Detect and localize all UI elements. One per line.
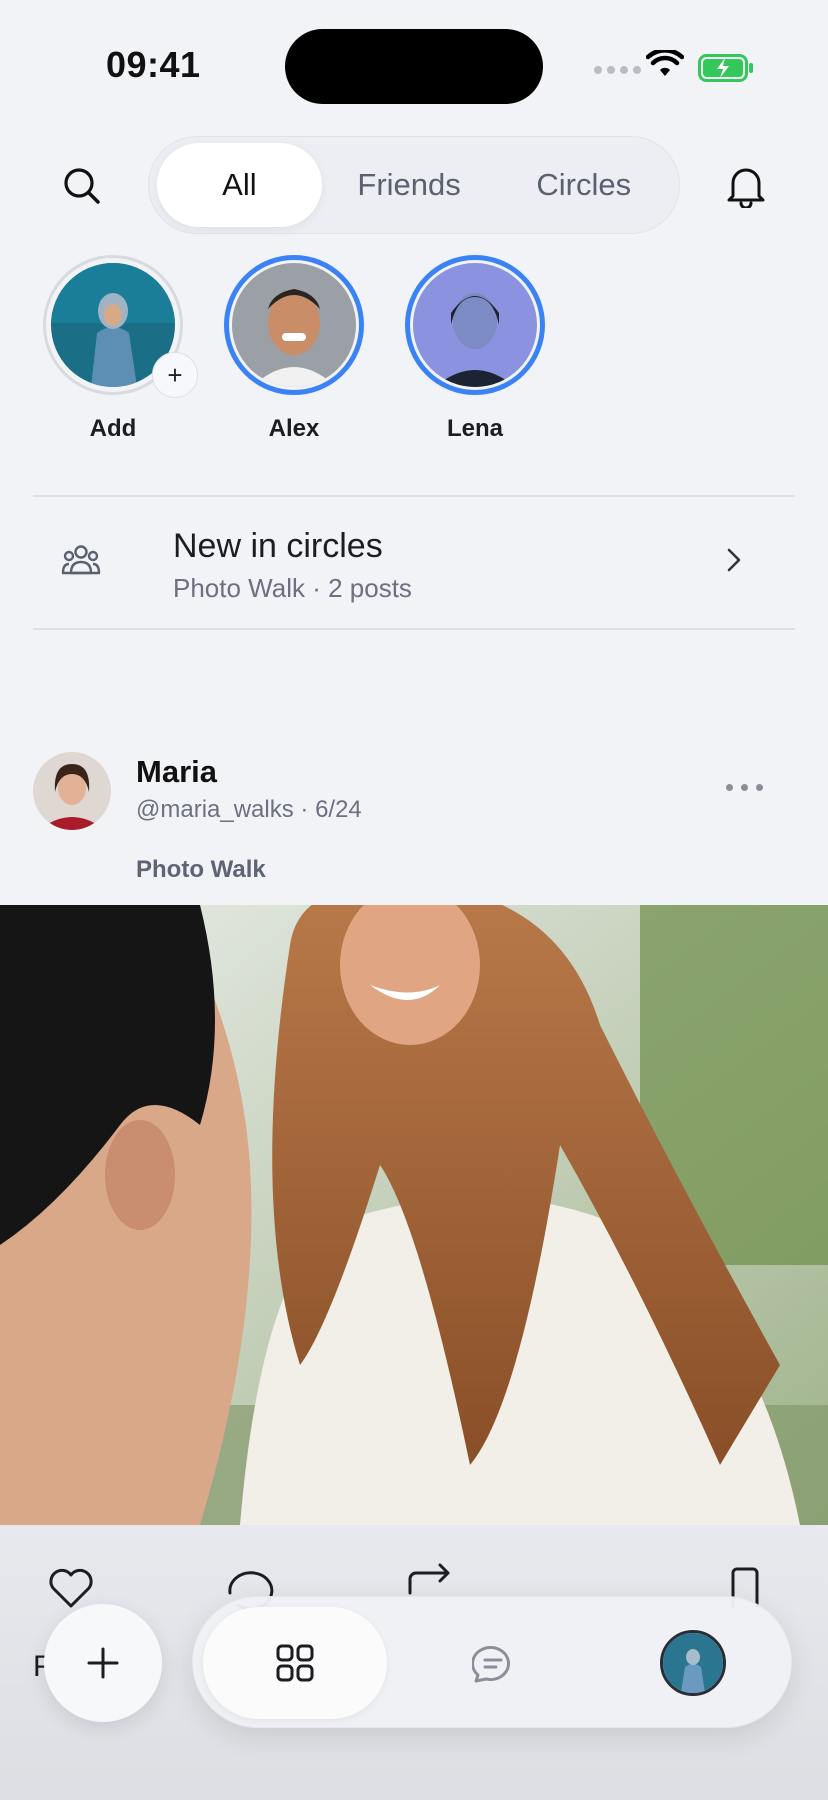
plus-icon: [87, 1647, 119, 1679]
bell-icon: [727, 168, 765, 208]
post-photo[interactable]: [0, 905, 828, 1525]
avatar: [413, 263, 537, 387]
heart-icon[interactable]: [48, 1567, 94, 1609]
search-button[interactable]: [56, 160, 108, 212]
story-alex[interactable]: Alex: [221, 255, 367, 443]
post-author-name[interactable]: Maria: [136, 754, 217, 790]
story-name: Lena: [446, 415, 503, 442]
tab-messages[interactable]: [443, 1607, 543, 1719]
avatar: [232, 263, 356, 387]
chevron-right-icon: [727, 548, 741, 572]
add-story-plus-icon[interactable]: +: [152, 352, 198, 398]
search-icon: [64, 168, 100, 204]
chat-bubble-icon: [472, 1646, 510, 1683]
grid-icon: [276, 1644, 314, 1682]
divider: [33, 628, 795, 630]
post-author-avatar[interactable]: [33, 752, 111, 830]
wifi-icon: [646, 50, 684, 76]
status-time: 09:41: [106, 44, 201, 85]
tab-profile[interactable]: [633, 1607, 753, 1719]
story-name: Alex: [268, 415, 320, 442]
story-lena[interactable]: Lena: [402, 255, 548, 443]
story-name: Add: [89, 415, 137, 442]
tab-all[interactable]: All: [157, 143, 322, 227]
tab-circles[interactable]: Circles: [496, 143, 671, 227]
create-post-button[interactable]: [44, 1604, 162, 1722]
story-ring: [405, 255, 545, 395]
notifications-button[interactable]: [718, 158, 774, 214]
dynamic-island: [285, 29, 543, 104]
battery-charging-icon: [698, 54, 753, 82]
post-meta: @maria_walks · 6/24: [136, 796, 362, 823]
more-options-icon[interactable]: [726, 784, 763, 791]
new-in-circles-banner[interactable]: New in circles Photo Walk · 2 posts: [33, 497, 795, 629]
circles-banner-title: New in circles: [173, 527, 383, 565]
status-bar: 09:41: [0, 0, 828, 130]
people-group-icon: [61, 545, 101, 575]
profile-avatar: [660, 1630, 726, 1696]
feed-filter-segmented-control: All Friends Circles: [148, 136, 680, 234]
story-ring: +: [43, 255, 198, 398]
post-circle-tag[interactable]: Photo Walk: [136, 856, 266, 884]
circles-banner-subtitle: Photo Walk · 2 posts: [173, 573, 412, 603]
cellular-signal-icon: [594, 66, 641, 74]
story-add[interactable]: + Add: [40, 255, 198, 443]
tab-home[interactable]: [203, 1607, 387, 1719]
story-ring: [224, 255, 364, 395]
tab-friends[interactable]: Friends: [322, 143, 497, 227]
bottom-tab-bar: [192, 1596, 792, 1728]
